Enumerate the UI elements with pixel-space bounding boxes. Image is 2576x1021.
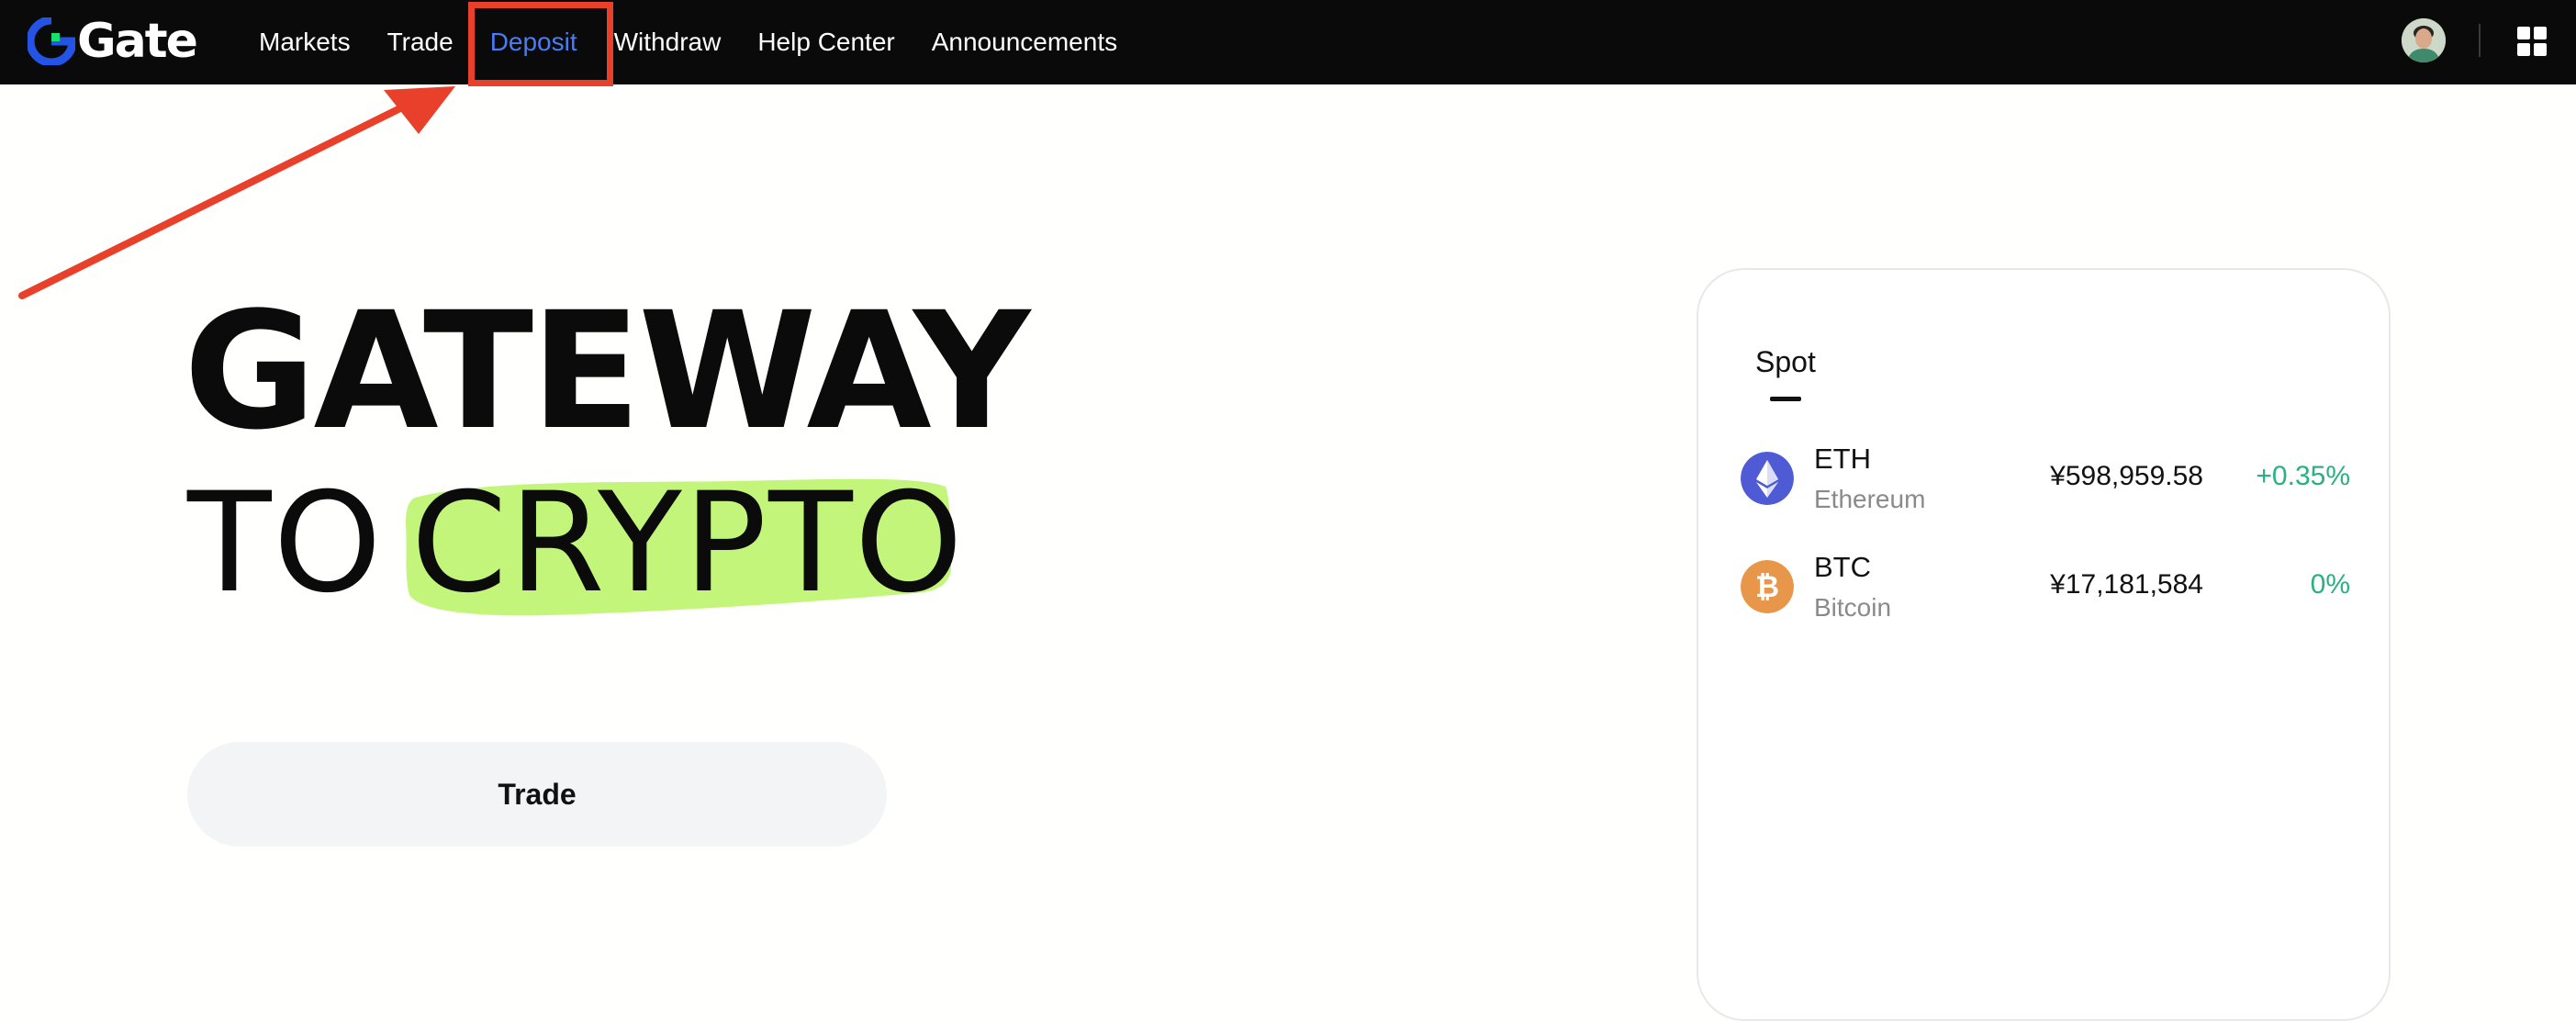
coin-name: Ethereum bbox=[1814, 485, 1926, 513]
hero-title-highlight-wrap: CRYPTO bbox=[405, 461, 965, 626]
tab-spot[interactable]: Spot bbox=[1755, 345, 1816, 379]
nav-item-withdraw[interactable]: Withdraw bbox=[596, 0, 740, 84]
gate-logo[interactable]: Gate bbox=[28, 13, 198, 70]
coin-name: Bitcoin bbox=[1814, 593, 1892, 622]
hero-title-line-2: TO CRYPTO bbox=[187, 461, 965, 626]
coin-price: ¥17,181,584 bbox=[2050, 569, 2203, 600]
main-nav: Markets Trade Deposit Withdraw Help Cent… bbox=[241, 0, 1136, 84]
red-arrow-pointer-icon bbox=[18, 86, 455, 299]
nav-divider bbox=[2479, 24, 2481, 57]
hero-trade-button[interactable]: Trade bbox=[187, 742, 887, 847]
avatar-portrait-icon bbox=[2402, 18, 2446, 62]
nav-item-help-center[interactable]: Help Center bbox=[739, 0, 913, 84]
nav-item-deposit[interactable]: Deposit bbox=[472, 0, 596, 84]
top-navigation-bar: Gate Markets Trade Deposit Withdraw Help… bbox=[0, 0, 2576, 84]
coin-symbol: BTC bbox=[1814, 551, 1871, 583]
gate-logo-mark-icon bbox=[28, 17, 75, 65]
coin-change: +0.35% bbox=[2256, 461, 2350, 491]
market-row-btc[interactable]: ₿ BTC Bitcoin ¥17,181,584 0% bbox=[1698, 542, 2392, 634]
market-row-eth[interactable]: ETH Ethereum ¥598,959.58 +0.35% bbox=[1698, 433, 2392, 525]
tab-spot-indicator bbox=[1770, 397, 1801, 401]
hero-title-line-1: GATEWAY bbox=[184, 277, 1030, 466]
hero-title-highlight: CRYPTO bbox=[410, 464, 965, 623]
coin-symbol: ETH bbox=[1814, 443, 1871, 475]
user-avatar[interactable] bbox=[2402, 18, 2446, 62]
hero-title-prefix: TO bbox=[187, 464, 384, 623]
logo-text: Gate bbox=[77, 14, 198, 69]
svg-text:₿: ₿ bbox=[1755, 569, 1779, 604]
coin-price: ¥598,959.58 bbox=[2050, 461, 2203, 491]
ethereum-icon bbox=[1741, 452, 1794, 505]
nav-item-announcements[interactable]: Announcements bbox=[913, 0, 1136, 84]
nav-item-trade[interactable]: Trade bbox=[369, 0, 472, 84]
nav-item-markets[interactable]: Markets bbox=[241, 0, 369, 84]
apps-grid-icon[interactable] bbox=[2517, 27, 2547, 56]
bitcoin-icon: ₿ bbox=[1741, 560, 1794, 613]
coin-change: 0% bbox=[2310, 569, 2350, 600]
markets-card: Spot ETH Ethereum ¥598,959.58 +0.35% ₿ B… bbox=[1697, 268, 2391, 1021]
